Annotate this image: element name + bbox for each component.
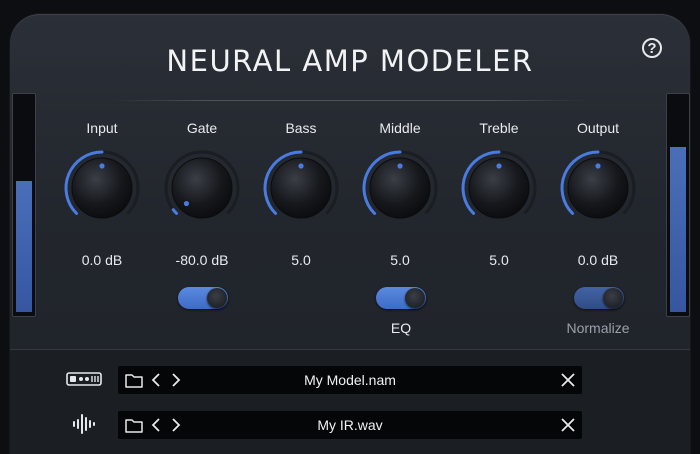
knob-graphic <box>263 150 339 219</box>
folder-icon[interactable] <box>124 415 144 435</box>
close-icon[interactable] <box>558 370 578 390</box>
knob-indicator <box>496 163 502 169</box>
app-title: NEURAL AMP MODELER <box>166 44 534 78</box>
close-icon[interactable] <box>558 415 578 435</box>
knob-value: 0.0 dB <box>81 252 123 268</box>
normalize-toggle[interactable] <box>574 287 624 309</box>
middle-knob[interactable] <box>360 148 440 228</box>
knob-bass: Bass 5.0 <box>251 118 351 268</box>
toggle-thumb <box>603 288 623 308</box>
chevron-right-icon[interactable] <box>168 415 184 435</box>
knob-indicator <box>595 163 601 169</box>
knob-treble: Treble 5.0 <box>449 118 549 268</box>
normalize-label: Normalize <box>566 320 630 336</box>
knob-label: Treble <box>479 120 519 136</box>
knob-gate: Gate -80.0 dB <box>152 118 252 268</box>
output-meter <box>666 93 690 317</box>
output-meter-fill <box>670 146 686 312</box>
folder-icon[interactable] <box>124 370 144 390</box>
knob-label: Bass <box>285 120 317 136</box>
chevron-left-icon[interactable] <box>148 370 164 390</box>
help-icon: ? <box>647 39 657 57</box>
title-divider <box>112 100 588 101</box>
knob-indicator <box>99 163 105 169</box>
toggle-thumb <box>207 288 227 308</box>
knob-graphic <box>164 150 240 219</box>
knob-graphic <box>560 150 636 219</box>
knob-indicator <box>298 163 304 169</box>
knob-graphic <box>362 150 438 219</box>
input-meter <box>12 93 36 317</box>
output-knob[interactable] <box>558 148 638 228</box>
amp-model-icon <box>66 372 102 386</box>
knob-value: 0.0 dB <box>577 252 619 268</box>
chevron-left-icon[interactable] <box>148 415 164 435</box>
help-button[interactable]: ? <box>642 38 662 58</box>
knob-middle: Middle 5.0 <box>350 118 450 268</box>
knob-graphic <box>64 150 140 219</box>
knob-body <box>171 157 233 219</box>
knob-label: Middle <box>379 120 421 136</box>
waveform-icon <box>73 414 95 434</box>
eq-label: EQ <box>390 320 412 336</box>
gate-knob[interactable] <box>162 148 242 228</box>
knob-output: Output 0.0 dB <box>548 118 648 268</box>
input-knob[interactable] <box>62 148 142 228</box>
model-file-selector[interactable]: My Model.nam <box>118 366 582 394</box>
input-meter-fill <box>16 180 32 312</box>
ir-file-selector[interactable]: My IR.wav <box>118 411 582 439</box>
model-filename: My Model.nam <box>304 372 396 388</box>
knob-value-arc <box>171 208 179 215</box>
knob-value: -80.0 dB <box>175 252 229 268</box>
knob-indicator <box>397 163 403 169</box>
gate-toggle[interactable] <box>178 287 228 309</box>
eq-toggle[interactable] <box>376 287 426 309</box>
knob-label: Gate <box>186 120 218 136</box>
bass-knob[interactable] <box>261 148 341 228</box>
treble-knob[interactable] <box>459 148 539 228</box>
toggle-thumb <box>405 288 425 308</box>
knob-indicator <box>183 200 190 207</box>
knob-input: Input 0.0 dB <box>52 118 152 268</box>
knob-label: Output <box>576 120 620 136</box>
ir-filename: My IR.wav <box>317 417 383 433</box>
chevron-right-icon[interactable] <box>168 370 184 390</box>
knob-value: 5.0 <box>489 252 509 268</box>
knob-graphic <box>461 150 537 219</box>
knob-label: Input <box>86 120 118 136</box>
knob-value: 5.0 <box>291 252 311 268</box>
knob-value: 5.0 <box>390 252 410 268</box>
